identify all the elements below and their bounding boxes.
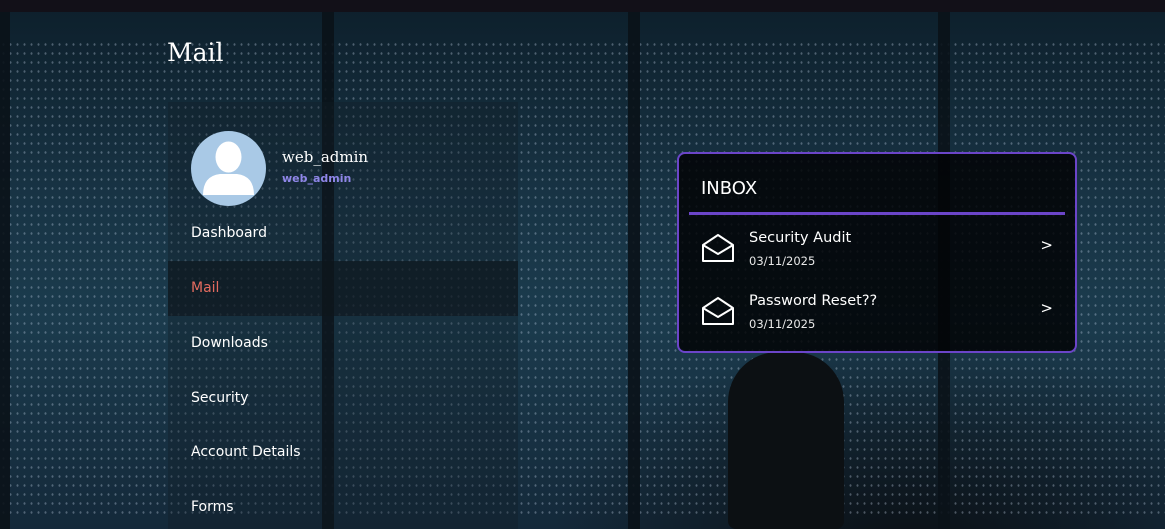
sidebar-item-security[interactable]: Security [168, 371, 518, 426]
chevron-right-icon[interactable]: > [1040, 299, 1053, 317]
sidebar-item-downloads[interactable]: Downloads [168, 316, 518, 371]
mail-date: 03/11/2025 [749, 317, 816, 331]
top-bar [0, 0, 1165, 12]
user-silhouette-icon [203, 141, 254, 195]
mail-page: Mail web_admin web_admin Dashboard Mail … [0, 0, 1165, 529]
avatar [191, 131, 266, 206]
envelope-open-icon [702, 297, 734, 325]
inbox-title: INBOX [701, 178, 758, 199]
person-silhouette [728, 352, 844, 529]
mail-item-security-audit[interactable]: Security Audit 03/11/2025 > [689, 218, 1065, 278]
sidebar-item-forms[interactable]: Forms [168, 480, 518, 529]
mail-subject: Security Audit [749, 230, 852, 246]
sidebar-item-account-details[interactable]: Account Details [168, 425, 518, 480]
window-pillar [0, 12, 10, 529]
sidebar-item-mail[interactable]: Mail [168, 261, 518, 316]
window-pillar [628, 12, 640, 529]
username: web_admin [282, 148, 369, 166]
mail-date: 03/11/2025 [749, 254, 816, 268]
inbox-panel: INBOX Security Audit 03/11/2025 > Passwo… [677, 152, 1077, 353]
mail-subject: Password Reset?? [749, 293, 878, 309]
inbox-divider [689, 212, 1065, 215]
sidebar-item-dashboard[interactable]: Dashboard [168, 206, 518, 261]
page-title: Mail [167, 38, 224, 67]
envelope-open-icon [702, 234, 734, 262]
user-role: web_admin [282, 172, 352, 185]
chevron-right-icon[interactable]: > [1040, 236, 1053, 254]
mail-item-password-reset[interactable]: Password Reset?? 03/11/2025 > [689, 281, 1065, 341]
